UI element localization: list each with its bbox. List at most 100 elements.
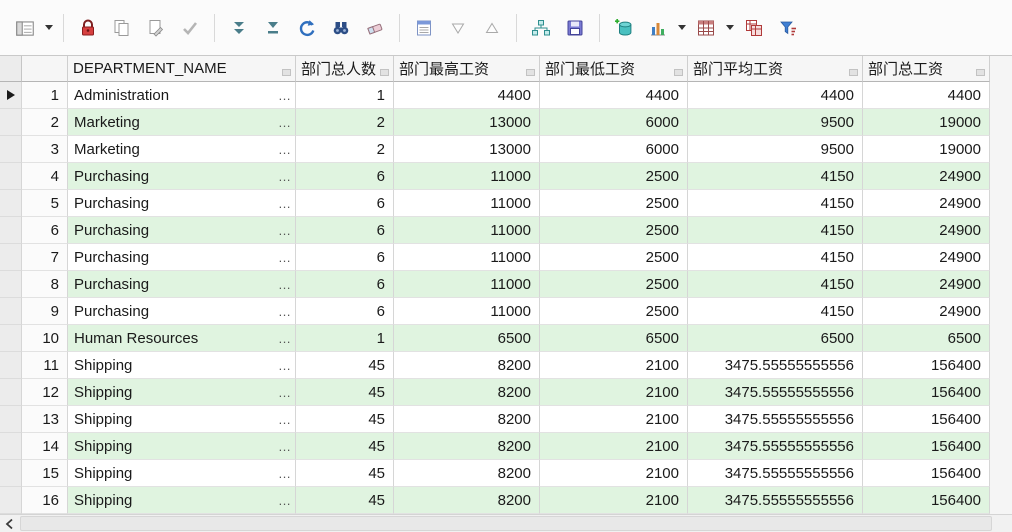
cell-dept-headcount[interactable]: 6 (296, 244, 394, 271)
cell-dept-headcount[interactable]: 45 (296, 460, 394, 487)
grid-corner-cell[interactable] (0, 56, 22, 82)
cell-ellipsis-button[interactable] (278, 278, 295, 291)
cell-dept-avg-salary[interactable]: 6500 (688, 325, 863, 352)
cell-ellipsis-button[interactable] (278, 170, 295, 183)
cell-dept-total-salary[interactable]: 156400 (863, 487, 990, 514)
table-row[interactable]: 7 Purchasing 6 11000 2500 4150 24900 (0, 244, 1012, 271)
row-select-gutter[interactable] (0, 352, 22, 379)
cell-dept-avg-salary[interactable]: 3475.55555555556 (688, 460, 863, 487)
cell-dept-headcount[interactable]: 2 (296, 136, 394, 163)
cell-dept-headcount[interactable]: 45 (296, 406, 394, 433)
cell-dept-max-salary[interactable]: 11000 (394, 217, 540, 244)
row-number[interactable]: 2 (22, 109, 68, 136)
cell-dept-total-salary[interactable]: 24900 (863, 190, 990, 217)
cell-department-name[interactable]: Purchasing (68, 244, 296, 271)
cell-dept-avg-salary[interactable]: 4150 (688, 298, 863, 325)
row-select-gutter[interactable] (0, 244, 22, 271)
export-database-button[interactable] (609, 13, 639, 43)
pivot-grid-dropdown[interactable] (723, 13, 737, 43)
column-grip[interactable] (849, 69, 858, 76)
cell-dept-min-salary[interactable]: 6500 (540, 325, 688, 352)
filter-button[interactable] (773, 13, 803, 43)
cell-dept-min-salary[interactable]: 2500 (540, 217, 688, 244)
cell-dept-headcount[interactable]: 1 (296, 325, 394, 352)
cell-department-name[interactable]: Shipping (68, 487, 296, 514)
cell-dept-avg-salary[interactable]: 4150 (688, 217, 863, 244)
column-header-department-name[interactable]: DEPARTMENT_NAME (68, 56, 296, 82)
cell-dept-min-salary[interactable]: 2100 (540, 352, 688, 379)
cell-dept-avg-salary[interactable]: 4150 (688, 163, 863, 190)
cell-dept-min-salary[interactable]: 2500 (540, 190, 688, 217)
row-number[interactable]: 13 (22, 406, 68, 433)
row-number[interactable]: 8 (22, 271, 68, 298)
cell-ellipsis-button[interactable] (278, 467, 295, 480)
cell-department-name[interactable]: Shipping (68, 433, 296, 460)
cell-dept-min-salary[interactable]: 6000 (540, 109, 688, 136)
cell-ellipsis-button[interactable] (278, 251, 295, 264)
row-number[interactable]: 4 (22, 163, 68, 190)
scroll-left-button[interactable] (0, 515, 19, 532)
column-grip[interactable] (526, 69, 535, 76)
cell-dept-headcount[interactable]: 6 (296, 190, 394, 217)
cell-dept-avg-salary[interactable]: 3475.55555555556 (688, 487, 863, 514)
cell-dept-total-salary[interactable]: 24900 (863, 244, 990, 271)
cell-dept-total-salary[interactable]: 156400 (863, 352, 990, 379)
table-row[interactable]: 15 Shipping 45 8200 2100 3475.5555555555… (0, 460, 1012, 487)
row-select-gutter[interactable] (0, 109, 22, 136)
cell-dept-max-salary[interactable]: 11000 (394, 244, 540, 271)
table-row[interactable]: 2 Marketing 2 13000 6000 9500 19000 (0, 109, 1012, 136)
cell-dept-min-salary[interactable]: 2100 (540, 460, 688, 487)
cell-department-name[interactable]: Purchasing (68, 217, 296, 244)
row-select-gutter[interactable] (0, 433, 22, 460)
cell-dept-headcount[interactable]: 1 (296, 82, 394, 109)
find-button[interactable] (326, 13, 356, 43)
cell-dept-total-salary[interactable]: 19000 (863, 136, 990, 163)
cell-dept-min-salary[interactable]: 6000 (540, 136, 688, 163)
cell-department-name[interactable]: Marketing (68, 109, 296, 136)
cell-ellipsis-button[interactable] (278, 494, 295, 507)
cell-dept-max-salary[interactable]: 8200 (394, 433, 540, 460)
cell-ellipsis-button[interactable] (278, 305, 295, 318)
cell-department-name[interactable]: Shipping (68, 352, 296, 379)
row-select-gutter[interactable] (0, 217, 22, 244)
row-select-gutter[interactable] (0, 190, 22, 217)
cell-dept-avg-salary[interactable]: 9500 (688, 109, 863, 136)
cell-dept-max-salary[interactable]: 11000 (394, 298, 540, 325)
row-select-gutter[interactable] (0, 136, 22, 163)
row-number[interactable]: 15 (22, 460, 68, 487)
cell-department-name[interactable]: Administration (68, 82, 296, 109)
post-changes-button[interactable] (175, 13, 205, 43)
fetch-all-button[interactable] (258, 13, 288, 43)
cell-department-name[interactable]: Shipping (68, 379, 296, 406)
row-select-gutter[interactable] (0, 271, 22, 298)
cell-dept-total-salary[interactable]: 4400 (863, 82, 990, 109)
row-number[interactable]: 1 (22, 82, 68, 109)
cell-dept-total-salary[interactable]: 6500 (863, 325, 990, 352)
row-number[interactable]: 16 (22, 487, 68, 514)
cell-dept-headcount[interactable]: 45 (296, 379, 394, 406)
cell-dept-min-salary[interactable]: 2100 (540, 433, 688, 460)
cell-ellipsis-button[interactable] (278, 224, 295, 237)
lock-button[interactable] (73, 13, 103, 43)
cell-dept-min-salary[interactable]: 4400 (540, 82, 688, 109)
cell-dept-headcount[interactable]: 6 (296, 298, 394, 325)
cell-dept-total-salary[interactable]: 24900 (863, 163, 990, 190)
copy-table-button[interactable] (739, 13, 769, 43)
table-row[interactable]: 13 Shipping 45 8200 2100 3475.5555555555… (0, 406, 1012, 433)
cell-dept-headcount[interactable]: 2 (296, 109, 394, 136)
row-select-gutter[interactable] (0, 487, 22, 514)
cell-ellipsis-button[interactable] (278, 116, 295, 129)
cell-dept-total-salary[interactable]: 156400 (863, 433, 990, 460)
cell-dept-avg-salary[interactable]: 4150 (688, 271, 863, 298)
table-row[interactable]: 5 Purchasing 6 11000 2500 4150 24900 (0, 190, 1012, 217)
cell-dept-total-salary[interactable]: 24900 (863, 298, 990, 325)
cell-ellipsis-button[interactable] (278, 413, 295, 426)
table-row[interactable]: 6 Purchasing 6 11000 2500 4150 24900 (0, 217, 1012, 244)
cell-department-name[interactable]: Purchasing (68, 163, 296, 190)
row-number[interactable]: 3 (22, 136, 68, 163)
record-view-button[interactable] (10, 13, 40, 43)
cell-dept-total-salary[interactable]: 156400 (863, 379, 990, 406)
cell-dept-headcount[interactable]: 45 (296, 352, 394, 379)
column-header-dept-total-salary[interactable]: 部门总工资 (863, 56, 990, 82)
cell-dept-total-salary[interactable]: 24900 (863, 271, 990, 298)
